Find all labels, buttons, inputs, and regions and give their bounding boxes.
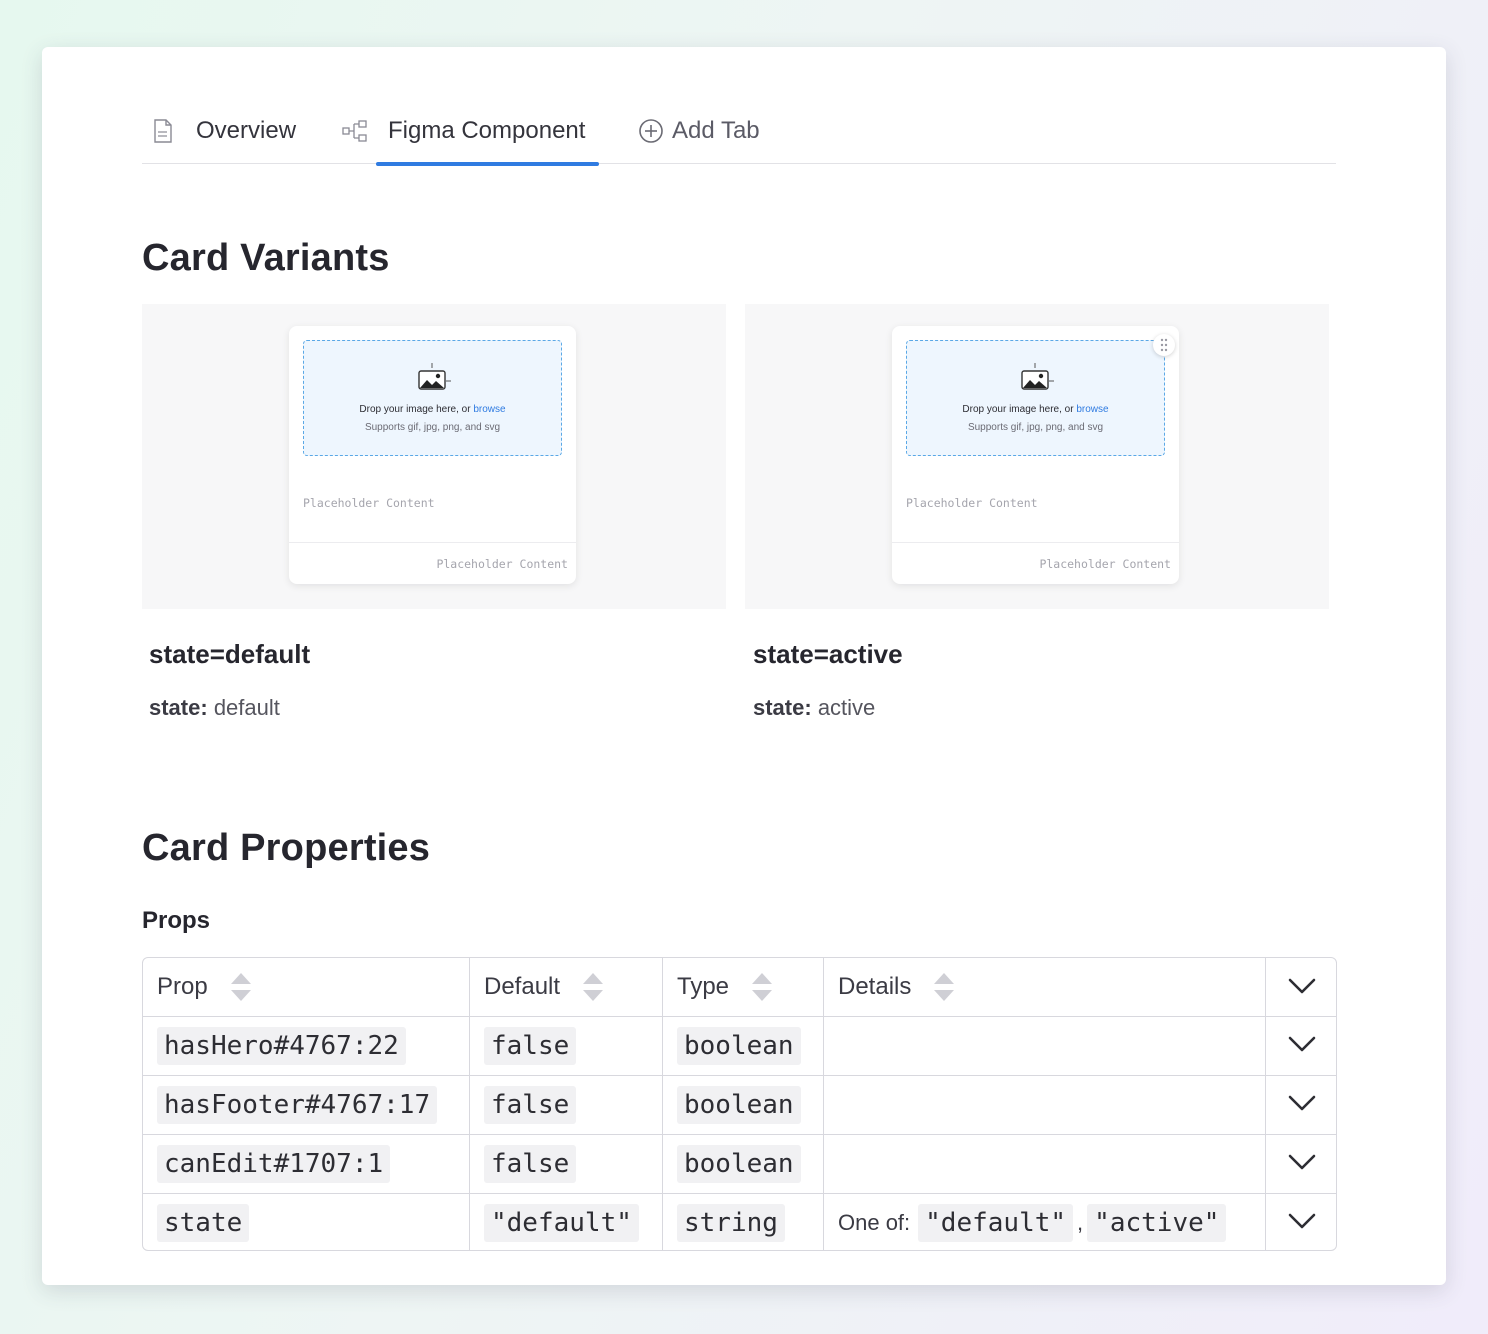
details-separator: , xyxy=(1077,1210,1084,1235)
dropzone-text: Drop your image here, or xyxy=(962,404,1077,415)
variant-meta-active: state: active xyxy=(753,695,875,721)
prop-name: hasFooter#4767:17 xyxy=(157,1086,438,1124)
prop-type: boolean xyxy=(677,1086,801,1124)
prop-details xyxy=(824,1017,1266,1075)
sort-icon[interactable] xyxy=(933,972,955,1002)
sort-icon[interactable] xyxy=(751,972,773,1002)
prop-type: boolean xyxy=(677,1027,801,1065)
component-tree-icon xyxy=(342,118,368,144)
variant-meta-key: state: xyxy=(149,695,208,720)
prop-name: canEdit#1707:1 xyxy=(157,1145,391,1183)
props-table: Prop Default Type Details hasHero#4767:2… xyxy=(142,957,1337,1251)
card-preview: Drop your image here, or browse Supports… xyxy=(892,326,1179,584)
column-header-prop[interactable]: Prop xyxy=(143,958,470,1016)
plus-circle-icon xyxy=(638,118,664,144)
prop-details xyxy=(824,1076,1266,1134)
chevron-down-icon xyxy=(1288,1213,1316,1234)
prop-default: false xyxy=(484,1145,577,1183)
details-label: One of: xyxy=(838,1210,911,1235)
details-value: "default" xyxy=(918,1204,1074,1242)
drag-handle-icon[interactable] xyxy=(1153,334,1175,356)
card-preview: Drop your image here, or browse Supports… xyxy=(289,326,576,584)
prop-default: "default" xyxy=(484,1204,639,1242)
browse-link[interactable]: browse xyxy=(1076,404,1108,415)
browse-link[interactable]: browse xyxy=(473,404,505,415)
table-row: canEdit#1707:1 false boolean xyxy=(143,1135,1336,1194)
row-expand-button[interactable] xyxy=(1266,1135,1336,1193)
dropzone-text: Drop your image here, or xyxy=(359,404,474,415)
card-footer-placeholder: Placeholder Content xyxy=(436,557,568,571)
prop-type: string xyxy=(677,1204,785,1242)
chevron-down-icon xyxy=(1288,1154,1316,1175)
dropzone-supports-text: Supports gif, jpg, png, and svg xyxy=(967,422,1104,433)
variant-meta-default: state: default xyxy=(149,695,280,721)
prop-default: false xyxy=(484,1027,577,1065)
card-divider xyxy=(289,542,576,543)
table-row: state "default" string One of: "default"… xyxy=(143,1194,1336,1250)
card-properties-heading: Card Properties xyxy=(142,827,431,869)
component-doc-panel: Overview Figma Component Add Tab Card Va… xyxy=(42,47,1446,1285)
tab-figma-component[interactable]: Figma Component xyxy=(342,97,600,166)
dropzone-supports-text: Supports gif, jpg, png, and svg xyxy=(364,422,501,433)
card-variants-heading: Card Variants xyxy=(142,237,390,279)
chevron-down-icon xyxy=(1288,1095,1316,1116)
tab-bar: Overview Figma Component Add Tab xyxy=(142,97,1336,166)
prop-name: state xyxy=(157,1204,250,1242)
column-header-details[interactable]: Details xyxy=(824,958,1266,1016)
document-icon xyxy=(150,118,176,144)
column-header-label: Type xyxy=(677,973,730,1000)
column-header-label: Prop xyxy=(157,973,208,1000)
prop-details: One of: "default" , "active" xyxy=(824,1194,1266,1250)
image-upload-icon xyxy=(416,363,452,398)
image-upload-icon xyxy=(1019,363,1055,398)
row-expand-button[interactable] xyxy=(1266,1017,1336,1075)
card-footer-placeholder: Placeholder Content xyxy=(1039,557,1171,571)
table-header-row: Prop Default Type Details xyxy=(143,958,1336,1017)
column-header-type[interactable]: Type xyxy=(663,958,824,1016)
image-dropzone[interactable]: Drop your image here, or browse Supports… xyxy=(303,340,562,456)
table-row: hasFooter#4767:17 false boolean xyxy=(143,1076,1336,1135)
card-body-placeholder: Placeholder Content xyxy=(303,496,435,510)
card-divider xyxy=(892,542,1179,543)
sort-icon[interactable] xyxy=(230,972,252,1002)
table-row: hasHero#4767:22 false boolean xyxy=(143,1017,1336,1076)
chevron-down-icon xyxy=(1288,1036,1316,1057)
column-header-label: Default xyxy=(484,973,561,1000)
variant-meta-value: active xyxy=(817,695,876,720)
sort-icon[interactable] xyxy=(582,972,604,1002)
column-header-default[interactable]: Default xyxy=(470,958,663,1016)
tab-figma-component-label: Figma Component xyxy=(388,116,586,144)
tab-overview-label: Overview xyxy=(196,116,297,144)
prop-name: hasHero#4767:22 xyxy=(157,1027,406,1065)
add-tab-button[interactable]: Add Tab xyxy=(638,97,760,164)
add-tab-label: Add Tab xyxy=(672,116,760,144)
tab-overview[interactable]: Overview xyxy=(150,97,296,164)
row-expand-button[interactable] xyxy=(1266,1076,1336,1134)
variant-title-default: state=default xyxy=(149,639,311,669)
prop-type: boolean xyxy=(677,1145,801,1183)
image-dropzone[interactable]: Drop your image here, or browse Supports… xyxy=(906,340,1165,456)
prop-default: false xyxy=(484,1086,577,1124)
card-body-placeholder: Placeholder Content xyxy=(906,496,1038,510)
variant-preview-default: Drop your image here, or browse Supports… xyxy=(142,304,726,609)
expand-all-button[interactable] xyxy=(1266,958,1336,1016)
row-expand-button[interactable] xyxy=(1266,1194,1336,1250)
props-subheading: Props xyxy=(142,907,211,934)
variant-title-active: state=active xyxy=(753,639,903,669)
variant-meta-key: state: xyxy=(753,695,812,720)
variant-preview-active: Drop your image here, or browse Supports… xyxy=(745,304,1329,609)
prop-details xyxy=(824,1135,1266,1193)
chevron-down-icon xyxy=(1288,973,1316,1001)
variant-meta-value: default xyxy=(213,695,280,720)
column-header-label: Details xyxy=(838,973,912,1000)
details-value: "active" xyxy=(1087,1204,1227,1242)
